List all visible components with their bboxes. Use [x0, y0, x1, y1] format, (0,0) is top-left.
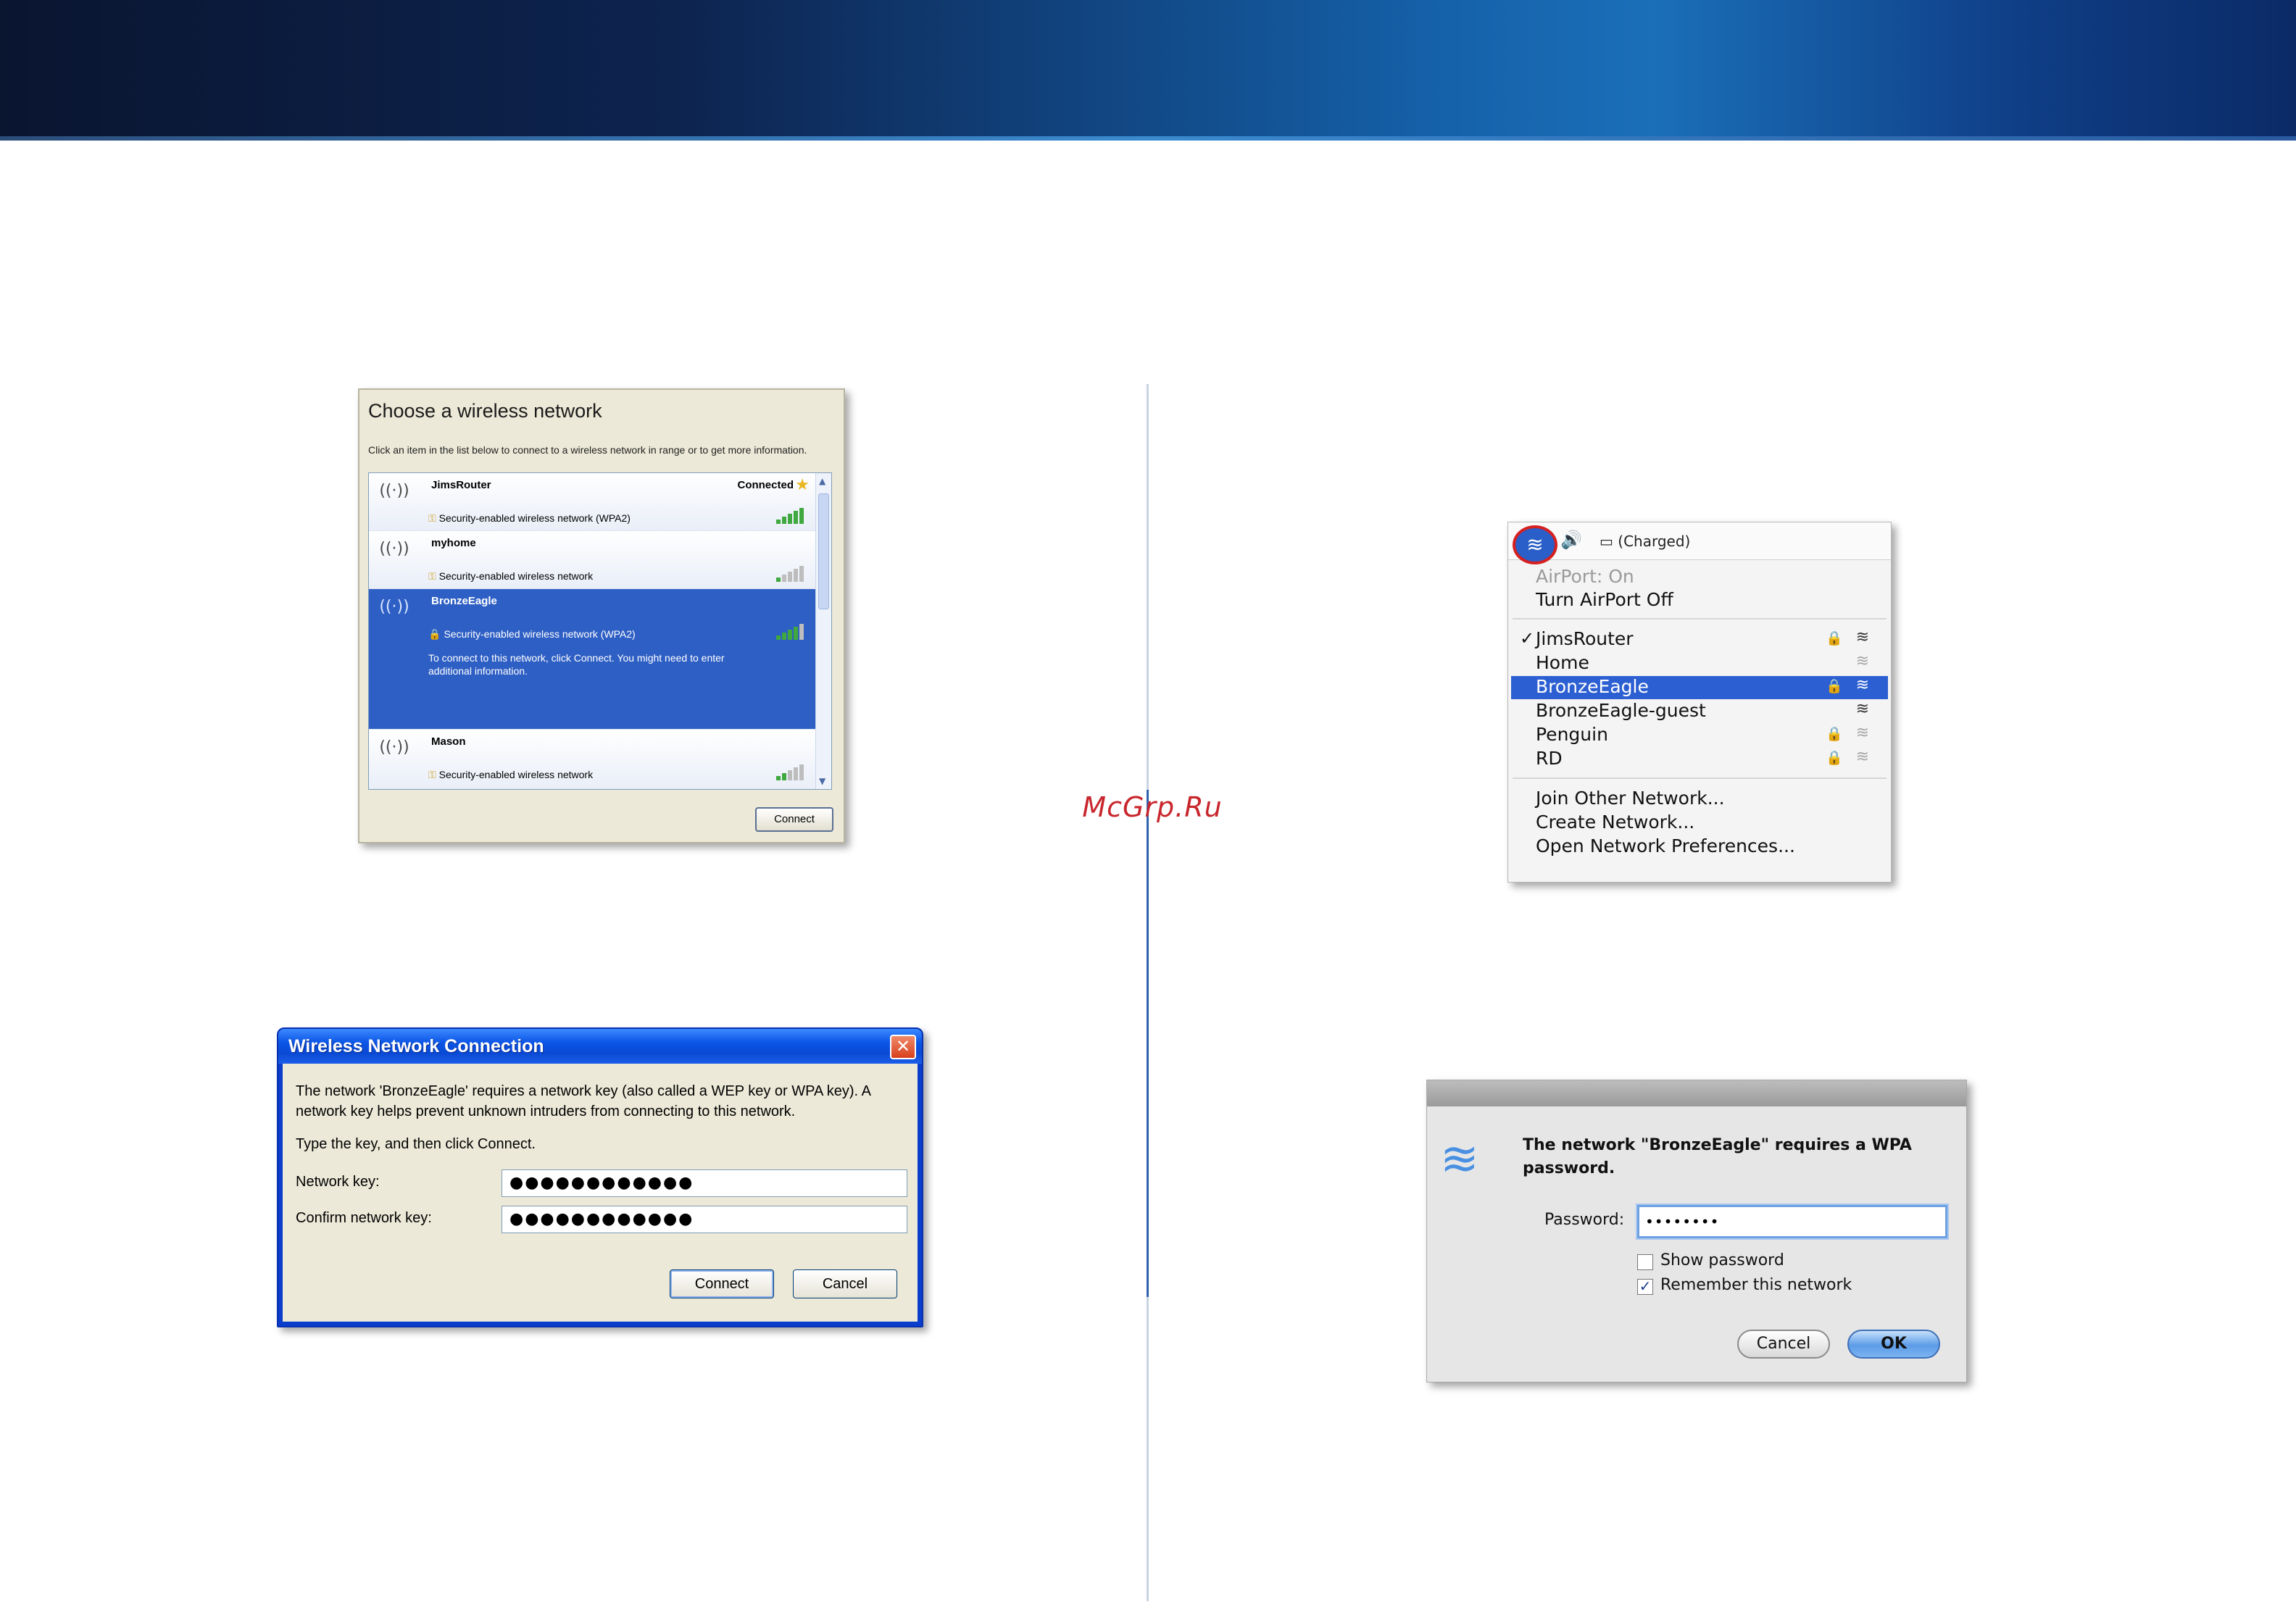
remember-network-label: Remember this network: [1660, 1276, 1852, 1294]
signal-bars-icon: [776, 622, 805, 640]
connect-hint: To connect to this network, click Connec…: [428, 652, 725, 677]
connection-status: Connected: [737, 479, 794, 491]
wpa-password-dialog: ≋ The network "BronzeEagle" requires a W…: [1426, 1080, 1967, 1382]
star-icon: ★: [795, 476, 810, 494]
network-item-rd[interactable]: RD 🔒 ≋: [1511, 748, 1888, 771]
wifi-signal-icon: ≋: [1855, 628, 1869, 646]
network-name: BronzeEagle: [431, 595, 497, 607]
dialog-title: Wireless Network Connection: [288, 1036, 544, 1056]
show-password-label: Show password: [1660, 1251, 1784, 1269]
network-name: myhome: [431, 537, 476, 549]
lock-icon: 🔒: [1826, 750, 1843, 766]
close-icon[interactable]: ✕: [890, 1035, 916, 1059]
scroll-thumb[interactable]: [818, 493, 829, 609]
watermark: McGrp.Ru: [1082, 791, 1223, 823]
lock-icon: 🔒: [1826, 678, 1843, 694]
network-item-penguin[interactable]: Penguin 🔒 ≋: [1511, 724, 1888, 747]
connect-button[interactable]: Connect: [755, 807, 833, 832]
network-item-bronzeeagle-guest[interactable]: BronzeEagle-guest ≋: [1511, 700, 1888, 723]
key-icon: ⚿: [428, 512, 436, 524]
volume-icon[interactable]: 🔊: [1560, 530, 1582, 550]
menu-separator: [1513, 618, 1887, 620]
network-item-bronzeeagle[interactable]: BronzeEagle 🔒 ≋: [1511, 676, 1888, 699]
create-network[interactable]: Create Network...: [1536, 812, 1694, 833]
network-item-home[interactable]: Home ≋: [1511, 652, 1888, 675]
turn-airport-off[interactable]: Turn AirPort Off: [1536, 589, 1673, 610]
scroll-up-icon[interactable]: ▲: [819, 476, 825, 486]
window-description: Click an item in the list below to conne…: [368, 444, 807, 456]
password-input[interactable]: ••••••••: [1637, 1205, 1947, 1238]
dialog-message: The network 'BronzeEagle' requires a net…: [296, 1083, 870, 1119]
signal-bars-icon: [776, 763, 805, 780]
wifi-signal-icon: ≋: [1855, 700, 1869, 718]
menu-bar: ≋ 🔊 ▭ (Charged): [1508, 522, 1891, 564]
key-icon: ⚿: [428, 570, 436, 582]
lock-icon: 🔒: [1826, 630, 1843, 646]
lock-icon: 🔒: [1826, 726, 1843, 742]
battery-status[interactable]: ▭ (Charged): [1600, 533, 1690, 550]
confirm-key-input[interactable]: ●●●●●●●●●●●●: [502, 1206, 907, 1233]
header-band: [0, 0, 2296, 141]
dialog-titlebar: Wireless Network Connection ✕: [278, 1029, 922, 1064]
dialog-titlebar: [1427, 1080, 1966, 1106]
wifi-signal-icon: ≋: [1855, 724, 1869, 742]
security-label: 🔒 Security-enabled wireless network (WPA2…: [428, 628, 636, 640]
dialog-heading: The network "BronzeEagle" requires a WPA…: [1523, 1136, 1912, 1177]
network-item-myhome[interactable]: ((·)) myhome ⚿ Security-enabled wireless …: [369, 531, 815, 589]
wireless-network-connection-dialog: Wireless Network Connection ✕ The networ…: [277, 1027, 923, 1327]
antenna-icon: ((·)): [379, 738, 409, 756]
network-item-bronzeeagle[interactable]: ((·)) BronzeEagle 🔒 Security-enabled wire…: [369, 589, 815, 730]
network-name: Mason: [431, 735, 466, 748]
network-item-mason[interactable]: ((·)) Mason ⚿ Security-enabled wireless n…: [369, 730, 815, 789]
signal-bars-icon: [776, 564, 805, 582]
network-list: ((·)) JimsRouter Connected ★ ⚿ Security-e…: [368, 472, 832, 790]
network-key-input[interactable]: ●●●●●●●●●●●●: [502, 1169, 907, 1197]
security-label: ⚿ Security-enabled wireless network: [428, 769, 594, 780]
connect-button[interactable]: Connect: [670, 1269, 774, 1298]
column-divider: [1147, 384, 1149, 1601]
wifi-signal-icon: ≋: [1855, 652, 1869, 670]
airport-menu: ≋ 🔊 ▭ (Charged) AirPort: On Turn AirPort…: [1507, 522, 1892, 883]
window-title: Choose a wireless network: [368, 400, 602, 422]
antenna-icon: ((·)): [379, 598, 409, 616]
open-network-preferences[interactable]: Open Network Preferences...: [1536, 835, 1795, 856]
password-label: Password:: [1544, 1211, 1625, 1229]
antenna-icon: ((·)): [379, 482, 409, 500]
wifi-signal-icon: ≋: [1855, 748, 1869, 766]
show-password-checkbox[interactable]: [1637, 1254, 1653, 1270]
lock-icon: 🔒: [428, 628, 441, 640]
checkmark-icon: ✓: [1520, 628, 1535, 648]
wifi-icon[interactable]: ≋: [1513, 525, 1557, 564]
wifi-icon: ≋: [1440, 1133, 1479, 1186]
dialog-body: The network 'BronzeEagle' requires a net…: [283, 1064, 918, 1322]
cancel-button[interactable]: Cancel: [1737, 1330, 1830, 1359]
ok-button[interactable]: OK: [1847, 1330, 1940, 1359]
list-scrollbar[interactable]: ▲ ▼: [815, 473, 831, 789]
cancel-button[interactable]: Cancel: [793, 1269, 897, 1298]
security-label: ⚿ Security-enabled wireless network (WPA2…: [428, 512, 631, 524]
remember-network-checkbox[interactable]: ✓: [1637, 1279, 1653, 1295]
network-key-label: Network key:: [296, 1174, 380, 1190]
dialog-instruction: Type the key, and then click Connect.: [296, 1136, 536, 1152]
battery-icon: ▭: [1600, 533, 1613, 550]
join-other-network[interactable]: Join Other Network...: [1536, 788, 1725, 809]
network-item-jimsrouter[interactable]: ((·)) JimsRouter Connected ★ ⚿ Security-e…: [369, 473, 815, 531]
key-icon: ⚿: [428, 769, 436, 780]
signal-bars-icon: [776, 506, 805, 524]
antenna-icon: ((·)): [379, 540, 409, 558]
scroll-down-icon[interactable]: ▼: [819, 776, 825, 786]
confirm-key-label: Confirm network key:: [296, 1210, 432, 1226]
menu-separator: [1513, 777, 1887, 779]
network-item-jimsrouter[interactable]: ✓ JimsRouter 🔒 ≋: [1511, 628, 1888, 651]
security-label: ⚿ Security-enabled wireless network: [428, 570, 594, 582]
wifi-signal-icon: ≋: [1855, 676, 1869, 694]
network-name: JimsRouter: [431, 479, 491, 491]
airport-status: AirPort: On: [1536, 566, 1634, 587]
choose-wireless-network-window: Choose a wireless network Click an item …: [358, 388, 845, 843]
